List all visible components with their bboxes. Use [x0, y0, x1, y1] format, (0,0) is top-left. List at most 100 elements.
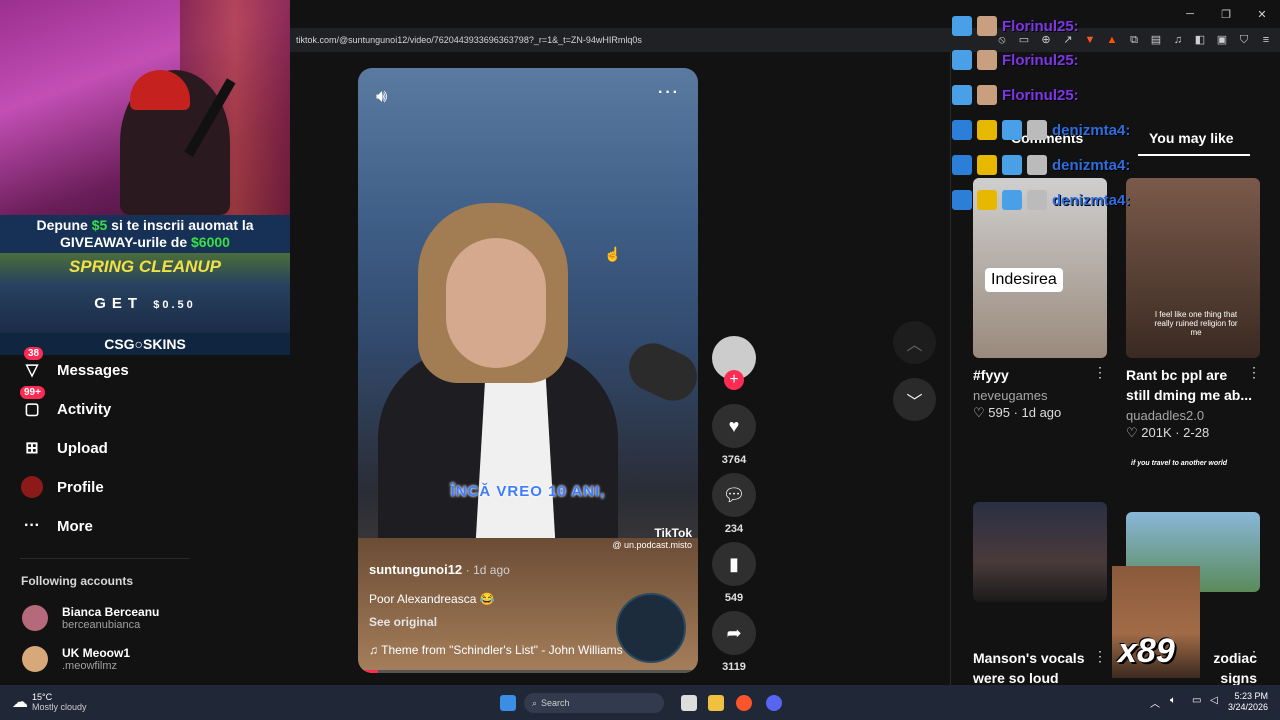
heart-icon[interactable]: ♥	[712, 404, 756, 448]
following-account[interactable]: Bianca Berceanu berceanubianca	[22, 605, 159, 631]
account-name: Bianca Berceanu	[62, 605, 160, 619]
chat-username: Florinul25:	[1002, 86, 1079, 104]
more-icon: ···	[24, 517, 40, 534]
extension-icon[interactable]: ⧉	[1128, 34, 1140, 46]
weather-text: Mostly cloudy	[32, 702, 87, 712]
close-icon[interactable]: ✕	[1244, 0, 1280, 28]
nav-profile[interactable]: Profile	[20, 474, 104, 500]
brave-shield-icon[interactable]: ▼	[1084, 34, 1096, 46]
card-more-icon[interactable]: ⋮	[1247, 648, 1261, 665]
recommended-thumbnail[interactable]	[973, 502, 1107, 602]
card-author[interactable]: neveugames	[973, 388, 1047, 403]
chat-username: Florinul25:	[1002, 51, 1079, 69]
comment-icon[interactable]: 💬︎	[712, 473, 756, 517]
video-player[interactable]: ÎNCĂ VREO 10 ANI, 🔊︎ ··· TikTok @ un.pod…	[358, 68, 698, 673]
browser-toolbar: tiktok.com/@suntungunoi12/video/76204439…	[290, 28, 1280, 52]
wallet-icon[interactable]: ▣	[1216, 34, 1228, 46]
taskbar-clock[interactable]: 5:23 PM 3/24/2026	[1228, 691, 1268, 713]
card-title[interactable]: #fyyy	[973, 365, 1009, 385]
volume-tray-icon[interactable]: 🔈︎	[1170, 695, 1176, 706]
see-original-link[interactable]: See original	[369, 615, 437, 629]
crown-icon	[977, 120, 997, 140]
follow-plus-button[interactable]: +	[724, 370, 744, 390]
speaker-icon[interactable]: ◁	[1210, 695, 1218, 706]
network-icon[interactable]: ▭	[1192, 695, 1201, 706]
start-icon[interactable]	[500, 695, 516, 711]
video-progress-bar[interactable]	[358, 670, 698, 673]
comment-action[interactable]: 💬︎ 234	[712, 473, 756, 535]
search-placeholder: Search	[541, 698, 570, 708]
upload-icon: ⊞	[25, 440, 39, 457]
share-action[interactable]: ➦ 3119	[712, 611, 756, 673]
discord-icon[interactable]	[766, 695, 782, 711]
nav-activity[interactable]: ▢ 99+ Activity	[20, 386, 111, 422]
promo-text: Depune	[36, 217, 88, 233]
taskbar-search[interactable]: ⌕ Search	[524, 693, 664, 713]
clock-time: 5:23 PM	[1234, 691, 1268, 701]
chat-username: denizmta4:	[1052, 156, 1131, 174]
volume-icon[interactable]: 🔊︎	[376, 86, 387, 107]
share-count: 3119	[722, 661, 746, 673]
file-explorer-icon[interactable]	[708, 695, 724, 711]
brave-browser-icon[interactable]	[736, 695, 752, 711]
watermark-logo: TikTok	[654, 526, 692, 540]
video-author[interactable]: suntungunoi12 · 1d ago	[369, 562, 510, 577]
restore-icon[interactable]: ❐	[1208, 0, 1244, 28]
emote-icon	[1027, 155, 1047, 175]
sidebar-icon[interactable]: ▤	[1150, 34, 1162, 46]
promo-amount: $6000	[191, 234, 230, 250]
weather-widget[interactable]: ☁ 15°C Mostly cloudy	[12, 692, 87, 712]
account-handle: berceanubianca	[62, 619, 141, 631]
task-view-icon[interactable]	[681, 695, 697, 711]
emote-icon	[952, 16, 972, 36]
cloud-icon: ☁	[12, 694, 28, 711]
get-label: GET	[94, 295, 144, 312]
nav-messages[interactable]: ▽ 38 Messages	[20, 347, 129, 383]
activity-badge: 99+	[20, 386, 45, 399]
following-account[interactable]: UK Meoow1 .meowfilmz	[22, 646, 130, 672]
window-controls: ─ ❐ ✕	[1172, 0, 1280, 28]
music-info[interactable]: ♫ Theme from "Schindler's List" - John W…	[369, 643, 623, 657]
promo-headline: Depune $5 si te inscrii auomat la GIVEAW…	[0, 215, 290, 253]
previous-video-button[interactable]: ︿	[893, 321, 936, 364]
mouse-cursor-icon: ☝	[604, 246, 622, 262]
tab-you-may-like[interactable]: You may like	[1149, 130, 1234, 146]
card-more-icon[interactable]: ⋮	[1093, 364, 1107, 381]
menu-icon[interactable]: ≡	[1260, 34, 1272, 46]
comment-count: 234	[724, 523, 744, 535]
search-icon: ⌕	[532, 697, 538, 708]
save-action[interactable]: ▮ 549	[712, 542, 756, 604]
emote-icon	[1002, 190, 1022, 210]
recommended-thumbnail[interactable]: I feel like one thing that really ruined…	[1126, 178, 1260, 358]
moderator-icon	[952, 155, 972, 175]
emote-icon	[977, 85, 997, 105]
next-video-button[interactable]: ﹀	[893, 378, 936, 421]
chat-username: denizmta4:	[1052, 121, 1131, 139]
card-author[interactable]: quadadles2.0	[1126, 408, 1204, 423]
bookmark-icon[interactable]: ▮	[712, 542, 756, 586]
music-icon[interactable]: ♫	[1172, 34, 1184, 46]
vpn-icon[interactable]: ⛉	[1238, 34, 1250, 46]
like-action[interactable]: ♥ 3764	[712, 404, 756, 466]
card-title[interactable]: Rant bc ppl are still dming me ab...	[1126, 365, 1254, 405]
chat-username: Florinul25:	[1002, 17, 1079, 35]
card-more-icon[interactable]: ⋮	[1093, 648, 1107, 665]
reader-icon[interactable]: ◧	[1194, 34, 1206, 46]
address-bar[interactable]: tiktok.com/@suntungunoi12/video/76204439…	[290, 35, 642, 45]
bat-icon[interactable]: ▲	[1106, 34, 1118, 46]
nav-label: Profile	[57, 478, 104, 496]
watermark-handle: @ un.podcast.misto	[612, 540, 692, 550]
thumbnail-caption: Indesirea	[985, 268, 1063, 292]
nav-upload[interactable]: ⊞ Upload	[20, 435, 108, 461]
account-name: UK Meoow1	[62, 646, 131, 660]
promo-amount: $5	[91, 217, 108, 233]
like-count: 3764	[721, 454, 747, 466]
tray-chevron-icon[interactable]: ︿	[1150, 695, 1160, 710]
author-username[interactable]: suntungunoi12	[369, 562, 462, 577]
get-amount: $0.50	[153, 299, 196, 311]
share-arrow-icon[interactable]: ➦	[712, 611, 756, 655]
nav-more[interactable]: ··· More	[20, 513, 93, 539]
minimize-icon[interactable]: ─	[1172, 0, 1208, 28]
card-more-icon[interactable]: ⋮	[1247, 364, 1261, 381]
more-options-icon[interactable]: ···	[658, 84, 680, 102]
